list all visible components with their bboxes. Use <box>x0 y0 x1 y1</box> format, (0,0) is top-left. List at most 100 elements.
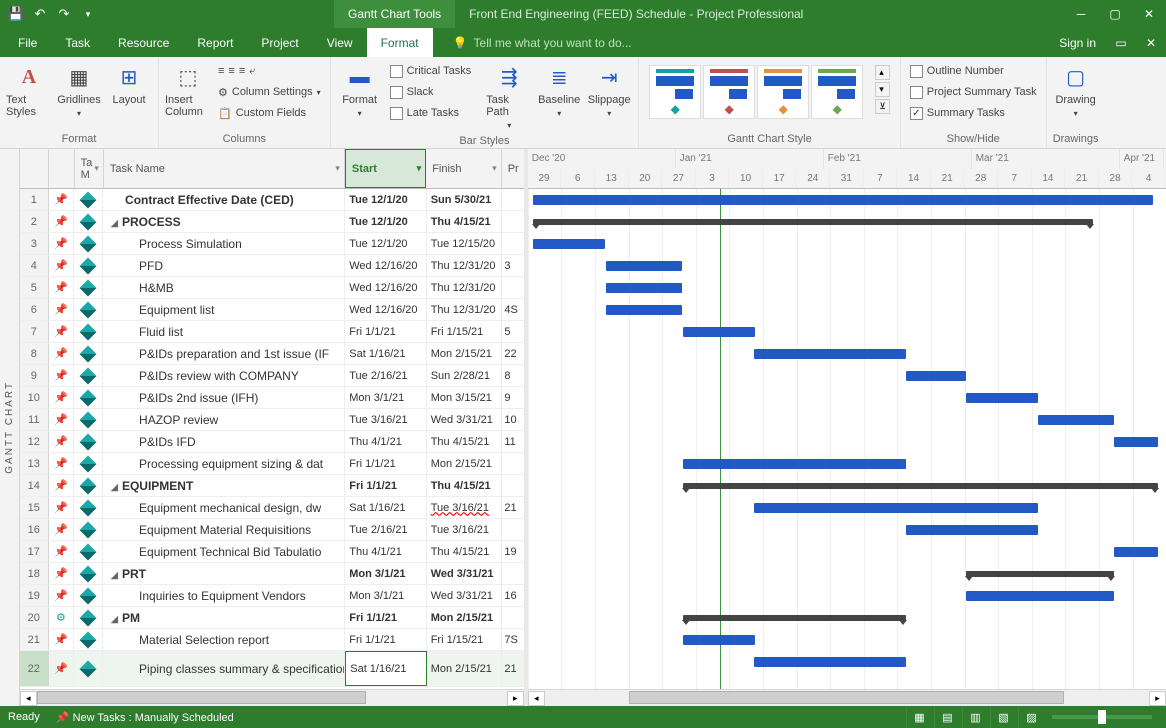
finish-cell[interactable]: Sun 5/30/21 <box>427 189 503 210</box>
predecessors-cell[interactable]: 11 <box>502 431 523 452</box>
row-number[interactable]: 12 <box>20 431 49 452</box>
predecessors-cell[interactable] <box>502 189 523 210</box>
task-bar[interactable] <box>683 327 755 337</box>
header-predecessors[interactable]: Pr <box>502 149 524 188</box>
style-option-3[interactable]: ◆ <box>757 65 809 119</box>
align-buttons[interactable]: ≡≡≡⤶ <box>215 61 324 81</box>
redo-icon[interactable]: ↷ <box>52 2 76 26</box>
scroll-left-icon[interactable]: ◂ <box>20 691 37 706</box>
format-dropdown-button[interactable]: ▬Format▾ <box>337 61 383 118</box>
zoom-slider[interactable] <box>1052 715 1152 719</box>
gallery-more-icon[interactable]: ⊻ <box>875 99 890 114</box>
row-number[interactable]: 10 <box>20 387 49 408</box>
predecessors-cell[interactable] <box>502 475 523 496</box>
task-name-cell[interactable]: ◢PM <box>103 607 345 628</box>
summary-bar[interactable] <box>683 483 1158 489</box>
slack-checkbox[interactable]: Slack <box>387 82 475 102</box>
scroll-right-icon[interactable]: ▸ <box>507 691 524 706</box>
task-mode-cell[interactable] <box>74 387 103 408</box>
task-bar[interactable] <box>606 305 682 315</box>
align-right-icon[interactable]: ≡ <box>239 65 245 77</box>
predecessors-cell[interactable] <box>502 607 523 628</box>
row-number[interactable]: 13 <box>20 453 49 474</box>
predecessors-cell[interactable] <box>502 453 523 474</box>
start-cell[interactable]: Fri 1/1/21 <box>345 453 426 474</box>
task-mode-cell[interactable] <box>74 343 103 364</box>
start-cell[interactable]: Fri 1/1/21 <box>345 321 426 342</box>
tell-me-search[interactable]: 💡Tell me what you want to do... <box>433 28 1050 57</box>
task-mode-cell[interactable] <box>74 475 103 496</box>
row-number[interactable]: 4 <box>20 255 49 276</box>
summary-tasks-checkbox[interactable]: ✓Summary Tasks <box>907 103 1040 123</box>
finish-cell[interactable]: Tue 3/16/21 <box>427 519 503 540</box>
task-name-cell[interactable]: Material Selection report <box>103 629 345 650</box>
task-mode-cell[interactable] <box>74 629 103 650</box>
start-cell[interactable]: Tue 12/1/20 <box>345 211 426 232</box>
table-row[interactable]: 14📌◢EQUIPMENTFri 1/1/21Thu 4/15/21 <box>20 475 524 497</box>
scroll-left-icon[interactable]: ◂ <box>528 691 545 706</box>
start-cell[interactable]: Mon 3/1/21 <box>345 585 426 606</box>
task-bar[interactable] <box>1038 415 1114 425</box>
row-number[interactable]: 1 <box>20 189 49 210</box>
predecessors-cell[interactable] <box>502 233 523 254</box>
task-path-button[interactable]: ⇶Task Path▾ <box>486 61 532 130</box>
finish-cell[interactable]: Thu 4/15/21 <box>427 431 503 452</box>
predecessors-cell[interactable]: 5 <box>502 321 523 342</box>
finish-cell[interactable]: Fri 1/15/21 <box>427 629 503 650</box>
finish-cell[interactable]: Mon 2/15/21 <box>427 453 503 474</box>
predecessors-cell[interactable]: 9 <box>502 387 523 408</box>
task-name-cell[interactable]: P&IDs IFD <box>103 431 345 452</box>
task-bar[interactable] <box>906 525 1038 535</box>
tab-file[interactable]: File <box>4 28 51 57</box>
task-name-cell[interactable]: PFD <box>103 255 345 276</box>
row-number[interactable]: 11 <box>20 409 49 430</box>
tab-resource[interactable]: Resource <box>104 28 183 57</box>
start-cell[interactable]: Sat 1/16/21 <box>345 651 426 686</box>
task-mode-cell[interactable] <box>74 299 103 320</box>
predecessors-cell[interactable]: 3 <box>502 255 523 276</box>
finish-cell[interactable]: Thu 12/31/20 <box>427 255 503 276</box>
view-gantt-icon[interactable]: ▦ <box>906 707 932 727</box>
task-mode-cell[interactable] <box>74 607 103 628</box>
task-name-cell[interactable]: ◢PROCESS <box>103 211 345 232</box>
finish-cell[interactable]: Thu 12/31/20 <box>427 277 503 298</box>
table-row[interactable]: 8📌P&IDs preparation and 1st issue (IFSat… <box>20 343 524 365</box>
task-name-cell[interactable]: P&IDs 2nd issue (IFH) <box>103 387 345 408</box>
restore-icon[interactable]: ▢ <box>1098 0 1132 28</box>
header-rownum[interactable] <box>20 149 49 188</box>
predecessors-cell[interactable] <box>502 563 523 584</box>
finish-cell[interactable]: Wed 3/31/21 <box>427 409 503 430</box>
finish-cell[interactable]: Thu 4/15/21 <box>427 475 503 496</box>
qat-customize-icon[interactable]: ▾ <box>76 2 100 26</box>
task-mode-cell[interactable] <box>74 519 103 540</box>
task-bar[interactable] <box>533 239 605 249</box>
predecessors-cell[interactable]: 10 <box>502 409 523 430</box>
header-finish[interactable]: Finish▾ <box>426 149 502 188</box>
start-cell[interactable]: Thu 4/1/21 <box>345 541 426 562</box>
task-bar[interactable] <box>683 459 906 469</box>
row-number[interactable]: 5 <box>20 277 49 298</box>
row-number[interactable]: 22 <box>20 651 49 686</box>
task-bar[interactable] <box>1114 437 1158 447</box>
task-name-cell[interactable]: P&IDs preparation and 1st issue (IF <box>103 343 345 364</box>
start-cell[interactable]: Tue 2/16/21 <box>345 365 426 386</box>
table-row[interactable]: 19📌Inquiries to Equipment VendorsMon 3/1… <box>20 585 524 607</box>
scroll-thumb[interactable] <box>37 691 366 704</box>
task-bar[interactable] <box>683 635 755 645</box>
table-row[interactable]: 12📌P&IDs IFDThu 4/1/21Thu 4/15/2111 <box>20 431 524 453</box>
task-name-cell[interactable]: HAZOP review <box>103 409 345 430</box>
task-mode-cell[interactable] <box>74 409 103 430</box>
table-row[interactable]: 7📌Fluid listFri 1/1/21Fri 1/15/215 <box>20 321 524 343</box>
outline-number-checkbox[interactable]: Outline Number <box>907 61 1040 81</box>
table-row[interactable]: 22📌Piping classes summary & specificatio… <box>20 651 524 687</box>
start-cell[interactable]: Tue 12/1/20 <box>345 233 426 254</box>
tab-format[interactable]: Format <box>367 28 433 57</box>
task-bar[interactable] <box>754 657 906 667</box>
table-row[interactable]: 4📌PFDWed 12/16/20Thu 12/31/203 <box>20 255 524 277</box>
header-start[interactable]: Start▾ <box>345 149 426 188</box>
task-mode-cell[interactable] <box>74 277 103 298</box>
predecessors-cell[interactable]: 4S <box>502 299 523 320</box>
custom-fields-button[interactable]: 📋Custom Fields <box>215 103 324 123</box>
style-option-1[interactable]: ◆ <box>649 65 701 119</box>
predecessors-cell[interactable] <box>502 211 523 232</box>
